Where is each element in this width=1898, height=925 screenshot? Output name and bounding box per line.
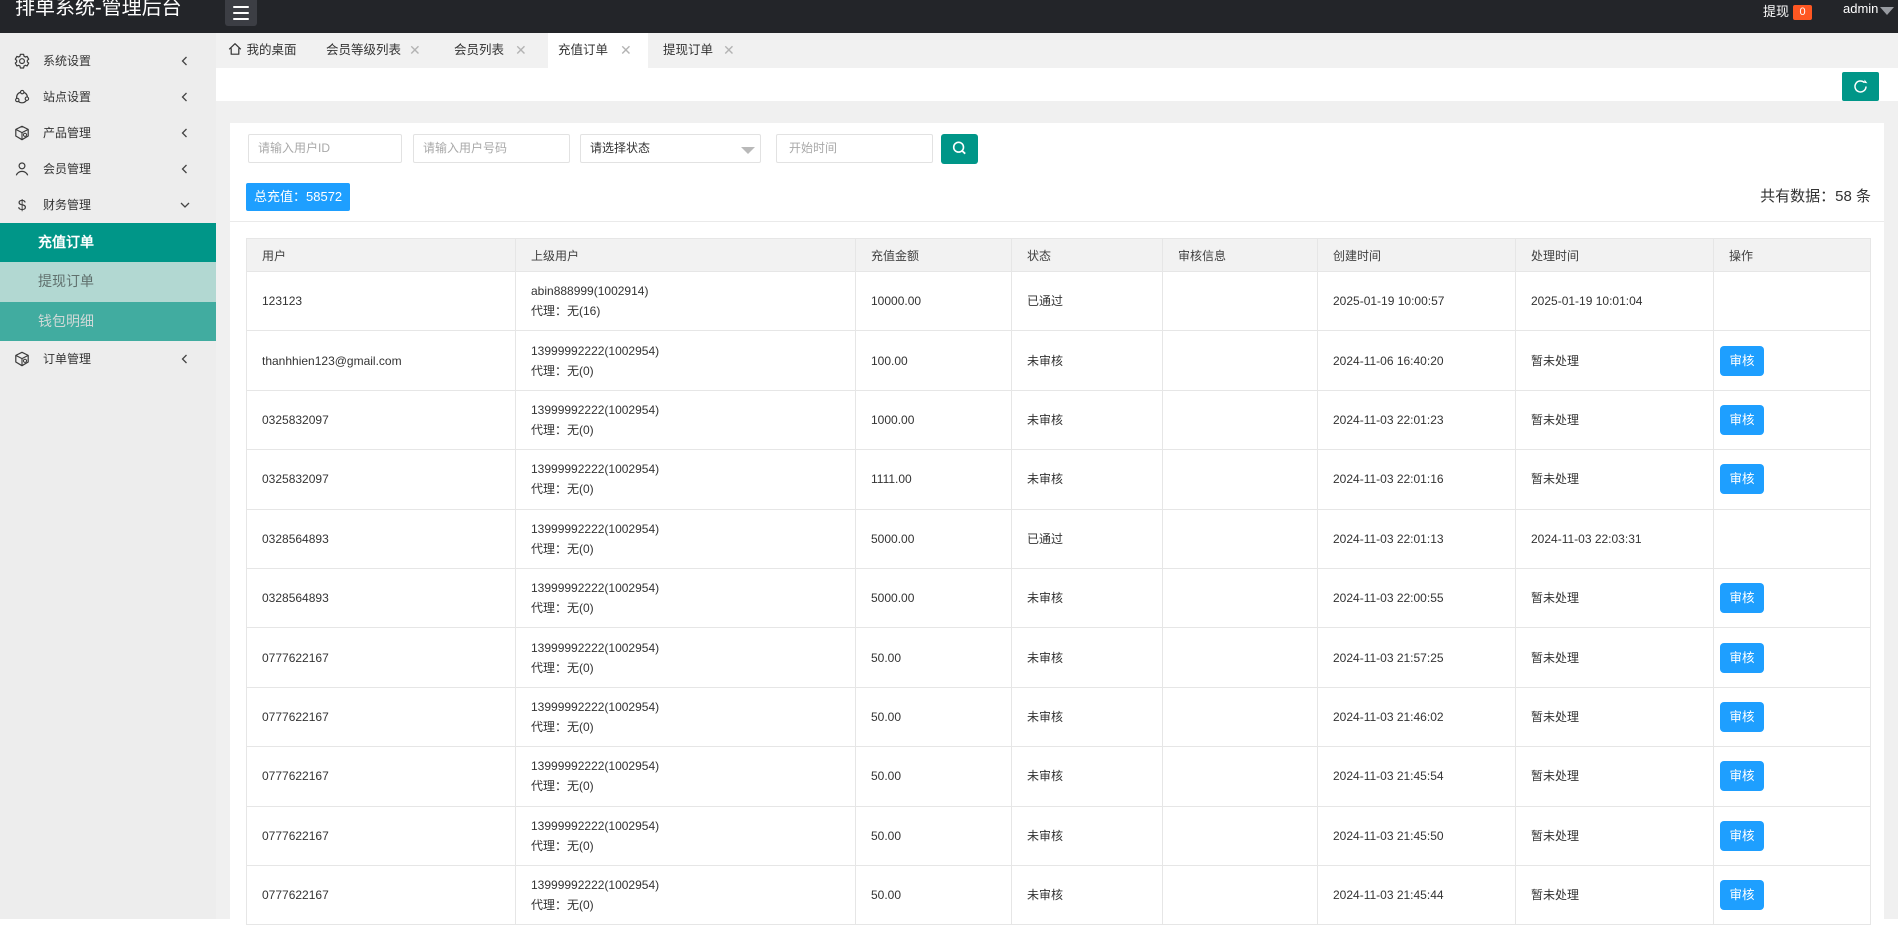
svg-text:$: $ — [18, 197, 27, 213]
